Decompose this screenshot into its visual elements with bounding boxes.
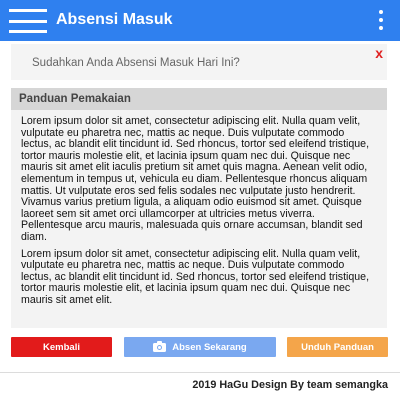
- hamburger-menu-icon[interactable]: [9, 9, 47, 33]
- guide-title: Panduan Pemakaian: [11, 88, 387, 110]
- attendance-notice: Sudahkan Anda Absensi Masuk Hari Ini? x: [11, 44, 387, 80]
- footer-credit: 2019 HaGu Design By team semangka: [192, 379, 388, 391]
- back-button-label: Kembali: [43, 341, 80, 353]
- close-icon[interactable]: x: [375, 45, 383, 61]
- camera-icon: [153, 340, 167, 352]
- absen-now-button[interactable]: Absen Sekarang: [124, 337, 276, 357]
- download-guide-button-label: Unduh Panduan: [301, 341, 374, 353]
- page-title: Absensi Masuk: [56, 11, 173, 28]
- absen-now-button-label: Absen Sekarang: [172, 341, 247, 353]
- guide-body: Lorem ipsum dolor sit amet, consectetur …: [11, 110, 387, 307]
- notice-text: Sudahkan Anda Absensi Masuk Hari Ini?: [32, 57, 240, 69]
- usage-guide-panel: Panduan Pemakaian Lorem ipsum dolor sit …: [11, 88, 387, 328]
- guide-paragraph: Lorem ipsum dolor sit amet, consectetur …: [21, 247, 370, 306]
- more-vertical-icon[interactable]: [378, 10, 384, 30]
- guide-paragraph: Lorem ipsum dolor sit amet, consectetur …: [21, 115, 370, 243]
- footer: 2019 HaGu Design By team semangka: [0, 372, 400, 400]
- download-guide-button[interactable]: Unduh Panduan: [287, 337, 388, 357]
- app-bar: Absensi Masuk: [0, 0, 400, 41]
- footer-divider: [0, 372, 400, 373]
- back-button[interactable]: Kembali: [11, 337, 112, 357]
